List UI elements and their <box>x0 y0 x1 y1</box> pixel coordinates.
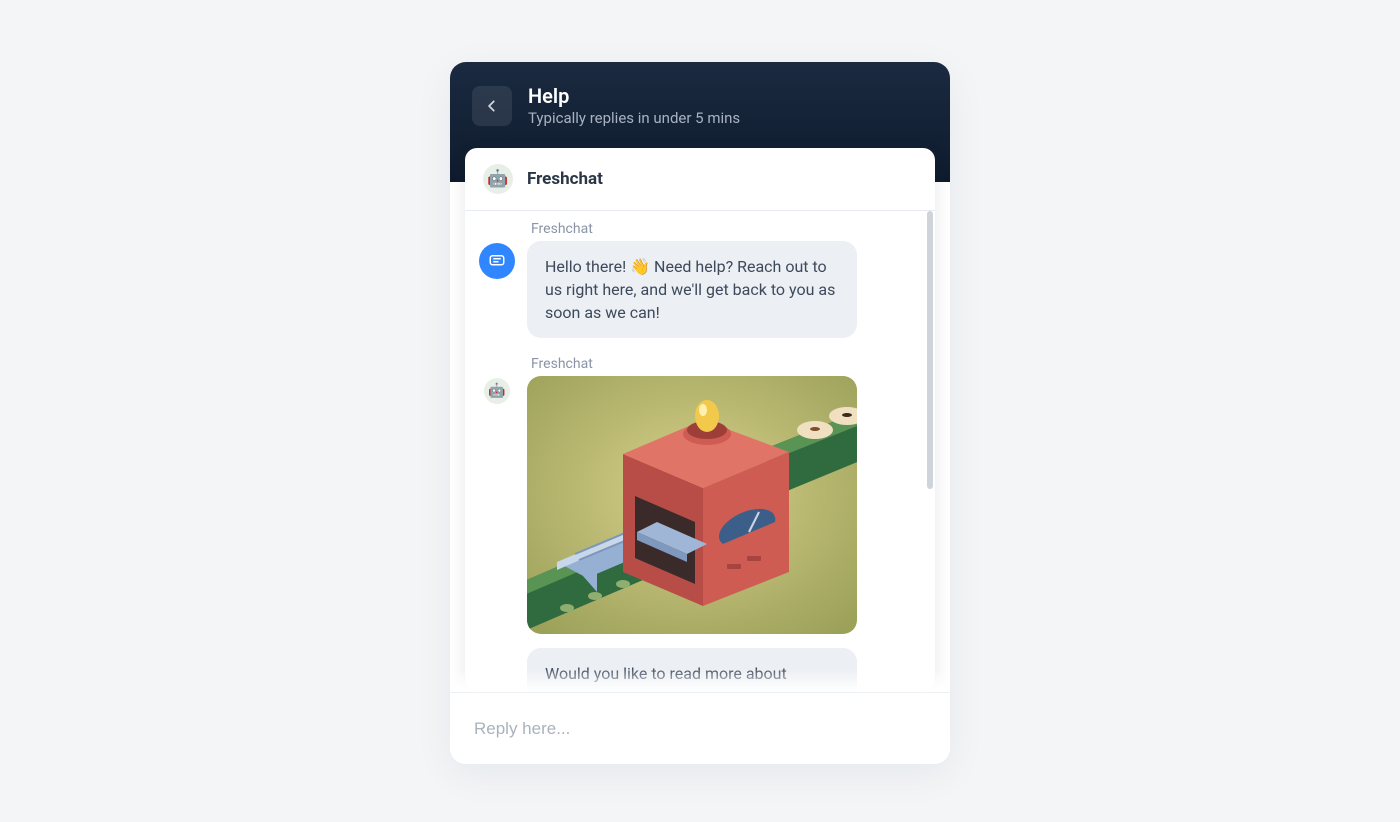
bot-avatar-icon: 🤖 <box>484 378 510 404</box>
message-image <box>527 376 857 634</box>
message-block: 🤖 Freshchat <box>479 356 921 690</box>
message-side-icon <box>479 221 515 279</box>
message-sender: Freshchat <box>531 221 911 237</box>
message-column: Freshchat <box>527 356 911 690</box>
reply-input[interactable] <box>472 718 928 740</box>
widget-body: 🤖 Freshchat <box>450 182 950 764</box>
agent-header: 🤖 Freshchat <box>465 148 935 211</box>
header-subtitle: Typically replies in under 5 mins <box>528 109 740 128</box>
message-column: Freshchat Hello there! 👋 Need help? Reac… <box>527 221 911 339</box>
agent-card: 🤖 Freshchat <box>465 148 935 690</box>
chat-bubble-icon <box>479 243 515 279</box>
message-side-icon: 🤖 <box>479 356 515 404</box>
message-sender: Freshchat <box>531 356 911 372</box>
message-list[interactable]: Freshchat Hello there! 👋 Need help? Reac… <box>465 211 935 690</box>
chat-widget: Help Typically replies in under 5 mins 🤖… <box>450 62 950 764</box>
header-title: Help <box>528 84 740 109</box>
back-button[interactable] <box>472 86 512 126</box>
agent-avatar-icon: 🤖 <box>483 164 513 194</box>
agent-name: Freshchat <box>527 169 603 189</box>
message-block: Freshchat Hello there! 👋 Need help? Reac… <box>479 221 921 339</box>
reply-bar <box>450 692 950 764</box>
scrollbar-thumb[interactable] <box>927 211 933 489</box>
message-bubble: Hello there! 👋 Need help? Reach out to u… <box>527 241 857 339</box>
header-texts: Help Typically replies in under 5 mins <box>528 84 740 128</box>
message-bubble: Would you like to read more about <box>527 648 857 690</box>
chevron-left-icon <box>485 99 499 113</box>
